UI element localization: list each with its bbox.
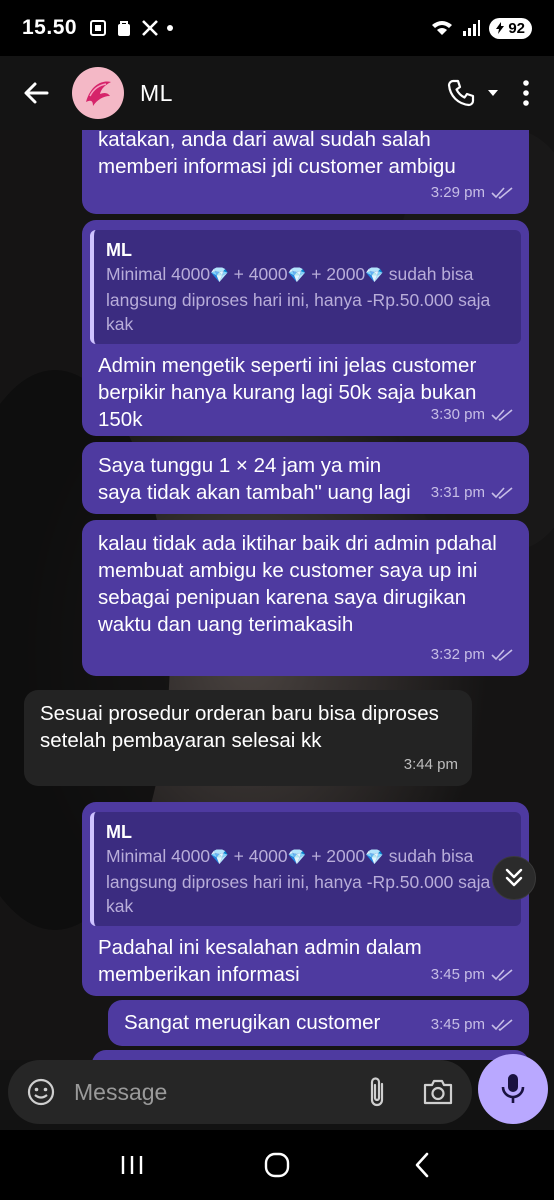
screenshot-icon — [90, 20, 107, 36]
back-button[interactable] — [16, 73, 56, 113]
camera-icon[interactable] — [422, 1078, 454, 1106]
message-meta: 3:29 pm — [431, 179, 513, 206]
message-meta: 3:45 pm — [431, 961, 513, 988]
more-vert-icon — [523, 80, 529, 106]
contact-name[interactable]: ML — [140, 80, 173, 107]
outgoing-message[interactable]: Sangat merugikan customer 3:45 pm — [108, 1000, 529, 1046]
message-meta: 3:30 pm — [431, 401, 513, 428]
message-meta: 3:45 pm — [431, 1011, 513, 1038]
diamond-icon: 💎 — [365, 267, 384, 284]
message-time: 3:29 pm — [430, 184, 485, 201]
message-time: 3:30 pm — [430, 406, 485, 423]
message-time: 3:45 pm — [430, 966, 485, 983]
message-text: kalau tidak ada iktihar baik dri admin p… — [98, 532, 497, 636]
diamond-icon: 💎 — [365, 849, 384, 866]
message-meta: 3:31 pm — [431, 479, 513, 506]
chevron-left-icon — [415, 1152, 428, 1178]
message-placeholder: Message — [74, 1078, 168, 1105]
composer: Message — [0, 1054, 554, 1130]
status-bar: 15.50 92 — [0, 0, 554, 56]
status-time: 15.50 — [22, 16, 78, 39]
diamond-icon: 💎 — [287, 267, 307, 284]
quote-text: Minimal 4000💎 + 4000💎 + 2000💎 sudah bisa… — [106, 846, 491, 916]
message-meta: 3:44 pm — [404, 751, 458, 778]
diamond-icon: 💎 — [210, 849, 229, 866]
outgoing-message[interactable]: katakan, anda dari awal sudah salah memb… — [82, 130, 529, 214]
paperclip-icon[interactable] — [366, 1076, 388, 1108]
message-time: 3:45 pm — [430, 1016, 485, 1033]
battery-indicator: 92 — [489, 17, 532, 39]
message-text: katakan, anda dari awal sudah salah memb… — [98, 130, 456, 178]
wifi-icon — [432, 21, 453, 35]
message-time: 3:44 pm — [403, 756, 458, 773]
diamond-icon: 💎 — [287, 849, 307, 866]
recents-icon — [122, 1156, 143, 1174]
reply-quote[interactable]: ML Minimal 4000💎 + 4000💎 + 2000💎 sudah b… — [90, 812, 521, 926]
x-logo-icon — [142, 20, 158, 36]
chat-header: ML — [0, 56, 554, 130]
message-text: Saya tunggu 1 × 24 jam ya min saya tidak… — [98, 454, 411, 504]
reply-quote[interactable]: ML Minimal 4000💎 + 4000💎 + 2000💎 sudah b… — [90, 230, 521, 344]
home-icon — [264, 1152, 290, 1178]
message-meta: 3:32 pm — [431, 641, 513, 668]
system-navigation-bar — [0, 1130, 554, 1200]
double-check-icon — [491, 486, 513, 499]
status-notification-icons — [89, 19, 174, 37]
message-time: 3:32 pm — [430, 646, 485, 663]
home-button[interactable] — [257, 1145, 297, 1185]
sticker-icon[interactable] — [26, 1077, 56, 1107]
charging-icon — [496, 22, 505, 34]
outgoing-message[interactable]: ML Minimal 4000💎 + 4000💎 + 2000💎 sudah b… — [82, 802, 529, 996]
avatar[interactable] — [72, 67, 124, 119]
diamond-icon: 💎 — [210, 267, 229, 284]
nav-back-button[interactable] — [402, 1145, 442, 1185]
scroll-to-bottom-button[interactable] — [492, 856, 536, 900]
outgoing-message[interactable]: kalau tidak ada iktihar baik dri admin p… — [82, 520, 529, 676]
call-button[interactable] — [446, 73, 500, 113]
message-text: Padahal ini kesalahan admin dalam member… — [98, 936, 422, 986]
outgoing-message[interactable] — [92, 1050, 529, 1060]
double-check-icon — [491, 1018, 513, 1031]
voice-message-button[interactable] — [478, 1054, 548, 1124]
double-chevron-down-icon — [505, 868, 523, 887]
quote-author: ML — [106, 822, 132, 842]
shopping-bag-icon — [118, 21, 131, 36]
recent-apps-button[interactable] — [112, 1145, 152, 1185]
mic-icon — [501, 1074, 525, 1103]
bird-logo-icon — [86, 81, 111, 106]
double-check-icon — [491, 648, 513, 661]
message-input[interactable]: Message — [8, 1060, 472, 1124]
outgoing-message[interactable]: Saya tunggu 1 × 24 jam ya min saya tidak… — [82, 442, 529, 514]
quote-text: Minimal 4000💎 + 4000💎 + 2000💎 sudah bisa… — [106, 264, 491, 334]
more-notifications-dot — [167, 25, 174, 31]
more-options-button[interactable] — [514, 73, 538, 113]
status-system-icons: 92 — [431, 17, 532, 39]
outgoing-message[interactable]: ML Minimal 4000💎 + 4000💎 + 2000💎 sudah b… — [82, 220, 529, 436]
double-check-icon — [491, 408, 513, 421]
battery-level: 92 — [508, 19, 525, 37]
phone-icon — [447, 79, 475, 107]
message-text: Sesuai prosedur orderan baru bisa dipros… — [40, 702, 439, 752]
double-check-icon — [491, 186, 513, 199]
message-list[interactable]: katakan, anda dari awal sudah salah memb… — [0, 130, 554, 1060]
signal-icon — [463, 20, 481, 36]
incoming-message[interactable]: Sesuai prosedur orderan baru bisa dipros… — [24, 690, 472, 786]
arrow-left-icon — [24, 82, 49, 104]
message-time: 3:31 pm — [430, 484, 485, 501]
quote-author: ML — [106, 240, 132, 260]
caret-down-icon — [488, 90, 498, 96]
double-check-icon — [491, 968, 513, 981]
